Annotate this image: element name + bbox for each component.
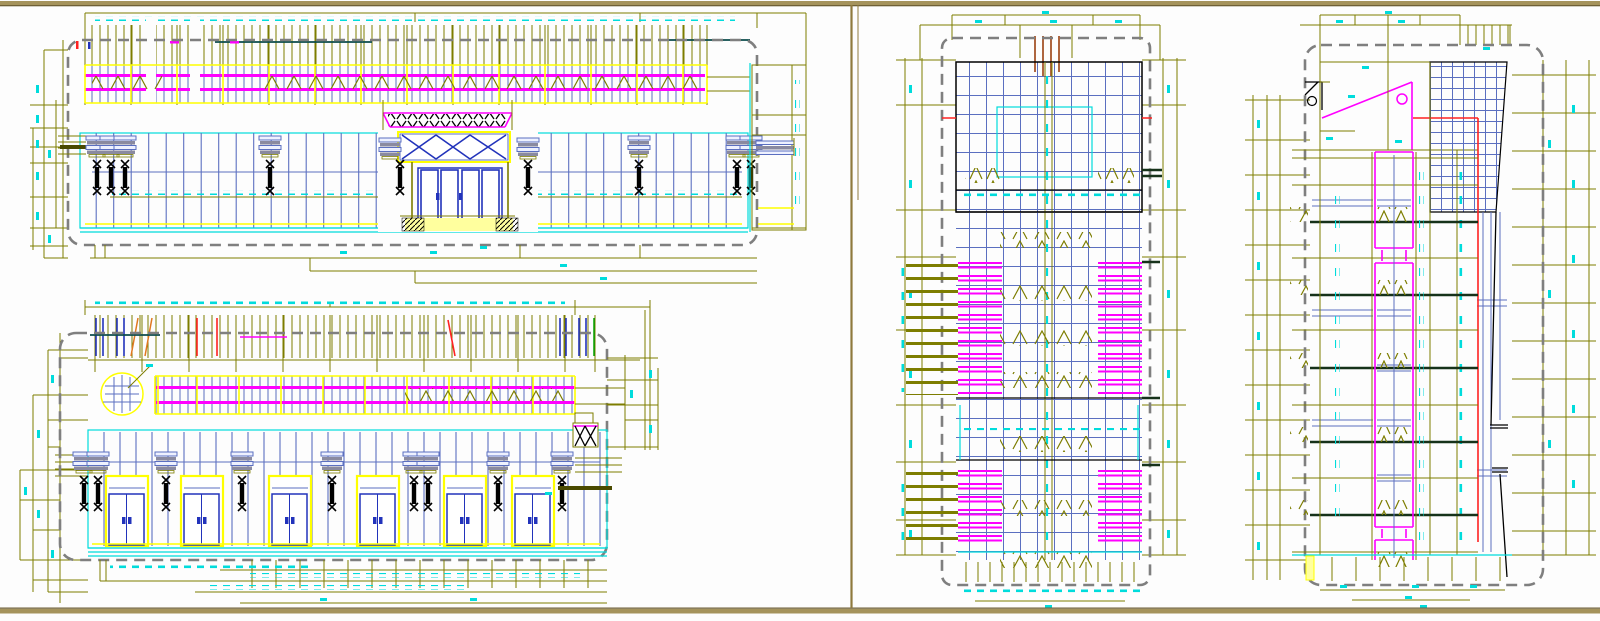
bottom-border-edge [0, 607, 1600, 609]
drawing-sheet [0, 0, 1600, 621]
top-border-edge [0, 5, 1600, 7]
magenta-corridor-plan-b [1371, 151, 1417, 567]
frieze-band-front [84, 64, 750, 104]
frieze-band-rear [154, 375, 625, 415]
bottom-border [0, 609, 1600, 614]
cad-canvas [0, 0, 1600, 621]
entrance-front [378, 100, 540, 232]
top-border [0, 1, 1600, 5]
